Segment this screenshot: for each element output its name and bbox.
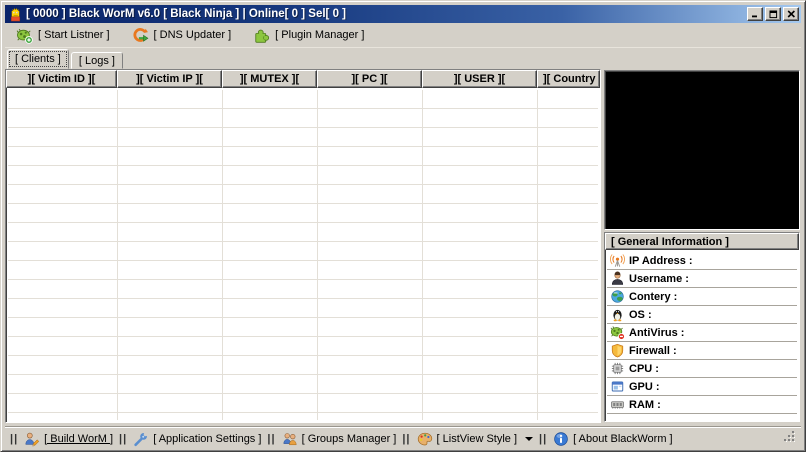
plugin-manager-label: [ Plugin Manager ]: [275, 29, 364, 41]
info-label-ram: RAM :: [629, 399, 661, 411]
window-title: [ 0000 ] Black WorM v6.0 [ Black Ninja ]…: [26, 8, 747, 20]
groups-manager-label: [ Groups Manager ]: [302, 433, 397, 445]
globe-icon: [610, 289, 625, 304]
screen-preview: [604, 70, 800, 230]
tab-strip: [ Clients ] [ Logs ]: [5, 49, 125, 69]
groups-manager-button[interactable]: [ Groups Manager ]: [282, 431, 397, 447]
build-worm-label: [ Build WorM ]: [44, 433, 113, 445]
info-label-firewall: Firewall :: [629, 345, 677, 357]
general-info-header: [ General Information ]: [605, 233, 799, 250]
minimize-icon: [751, 10, 759, 18]
info-row-country: Contery :: [607, 288, 797, 306]
about-blackworm-label: [ About BlackWorm ]: [573, 433, 672, 445]
listview-style-button[interactable]: [ ListView Style ]: [417, 431, 534, 447]
column-header-victim-ip[interactable]: ][ Victim IP ][: [117, 70, 222, 88]
separator: ||: [119, 433, 127, 445]
column-header-country[interactable]: ][ Country: [537, 70, 600, 88]
bart-character-icon[interactable]: [8, 7, 23, 22]
status-bar: || [ Build WorM ] || [ Application Setti…: [5, 427, 801, 449]
ram-module-icon: [610, 397, 625, 412]
clients-listview[interactable]: ][ Victim ID ][ ][ Victim IP ][ ][ MUTEX…: [5, 69, 601, 423]
info-label-cpu: CPU :: [629, 363, 659, 375]
info-row-gpu: GPU :: [607, 378, 797, 396]
maximize-button[interactable]: [765, 7, 781, 21]
wrench-icon: [133, 431, 149, 447]
cpu-chip-icon: [610, 361, 625, 376]
info-row-antivirus: AntiVirus :: [607, 324, 797, 342]
dns-refresh-icon: [132, 27, 149, 44]
general-info-rows: IP Address : Username : Conter: [607, 252, 797, 419]
separator: ||: [402, 433, 410, 445]
info-row-cpu: CPU :: [607, 360, 797, 378]
info-label-os: OS :: [629, 309, 652, 321]
resize-grip[interactable]: [783, 430, 799, 446]
column-header-mutex[interactable]: ][ MUTEX ][: [222, 70, 317, 88]
info-row-firewall: Firewall :: [607, 342, 797, 360]
info-label-ip-address: IP Address :: [629, 255, 693, 267]
plugin-manager-button[interactable]: [ Plugin Manager ]: [250, 25, 367, 46]
info-circle-icon: [553, 431, 569, 447]
start-listener-button[interactable]: [ Start Listner ]: [13, 25, 113, 46]
dns-updater-button[interactable]: [ DNS Updater ]: [129, 25, 235, 46]
info-label-antivirus: AntiVirus :: [629, 327, 684, 339]
clients-table-body[interactable]: [8, 90, 598, 420]
separator: ||: [267, 433, 275, 445]
info-row-ram: RAM :: [607, 396, 797, 414]
tab-logs[interactable]: [ Logs ]: [71, 52, 123, 69]
clients-table-header: ][ Victim ID ][ ][ Victim IP ][ ][ MUTEX…: [6, 70, 600, 88]
column-header-victim-id[interactable]: ][ Victim ID ][: [6, 70, 117, 88]
separator: ||: [539, 433, 547, 445]
application-settings-button[interactable]: [ Application Settings ]: [133, 431, 261, 447]
shield-icon: [610, 343, 625, 358]
dns-updater-label: [ DNS Updater ]: [154, 29, 232, 41]
window-controls: [747, 7, 799, 21]
user-edit-icon: [24, 431, 40, 447]
separator: ||: [10, 433, 18, 445]
palette-icon: [417, 431, 433, 447]
app-window: [ 0000 ] Black WorM v6.0 [ Black Ninja ]…: [0, 0, 806, 452]
listview-style-label: [ ListView Style ]: [437, 433, 518, 445]
column-header-user[interactable]: ][ USER ][: [422, 70, 537, 88]
info-row-username: Username :: [607, 270, 797, 288]
bug-remove-icon: [610, 325, 625, 340]
info-label-country: Contery :: [629, 291, 677, 303]
dropdown-arrow-icon[interactable]: [525, 437, 533, 441]
minimize-button[interactable]: [747, 7, 763, 21]
build-worm-button[interactable]: [ Build WorM ]: [24, 431, 113, 447]
info-row-ip-address: IP Address :: [607, 252, 797, 270]
ip-antenna-icon: [610, 253, 625, 268]
group-edit-icon: [282, 431, 298, 447]
tux-penguin-icon: [610, 307, 625, 322]
application-settings-label: [ Application Settings ]: [153, 433, 261, 445]
info-label-gpu: GPU :: [629, 381, 660, 393]
start-listener-label: [ Start Listner ]: [38, 29, 110, 41]
close-button[interactable]: [783, 7, 799, 21]
maximize-icon: [769, 10, 778, 19]
info-row-os: OS :: [607, 306, 797, 324]
general-info-panel: [ General Information ] IP Address : Use…: [604, 232, 800, 422]
gpu-card-icon: [610, 379, 625, 394]
puzzle-plugin-icon: [253, 27, 270, 44]
toolbar: [ Start Listner ] [ DNS Updater ] [ Plug…: [5, 23, 801, 48]
title-bar[interactable]: [ 0000 ] Black WorM v6.0 [ Black Ninja ]…: [5, 5, 801, 23]
tab-clients[interactable]: [ Clients ]: [7, 49, 69, 69]
info-label-username: Username :: [629, 273, 689, 285]
column-header-pc[interactable]: ][ PC ][: [317, 70, 422, 88]
about-blackworm-button[interactable]: [ About BlackWorm ]: [553, 431, 672, 447]
close-icon: [787, 10, 796, 18]
user-icon: [610, 271, 625, 286]
worm-add-icon: [16, 27, 33, 44]
